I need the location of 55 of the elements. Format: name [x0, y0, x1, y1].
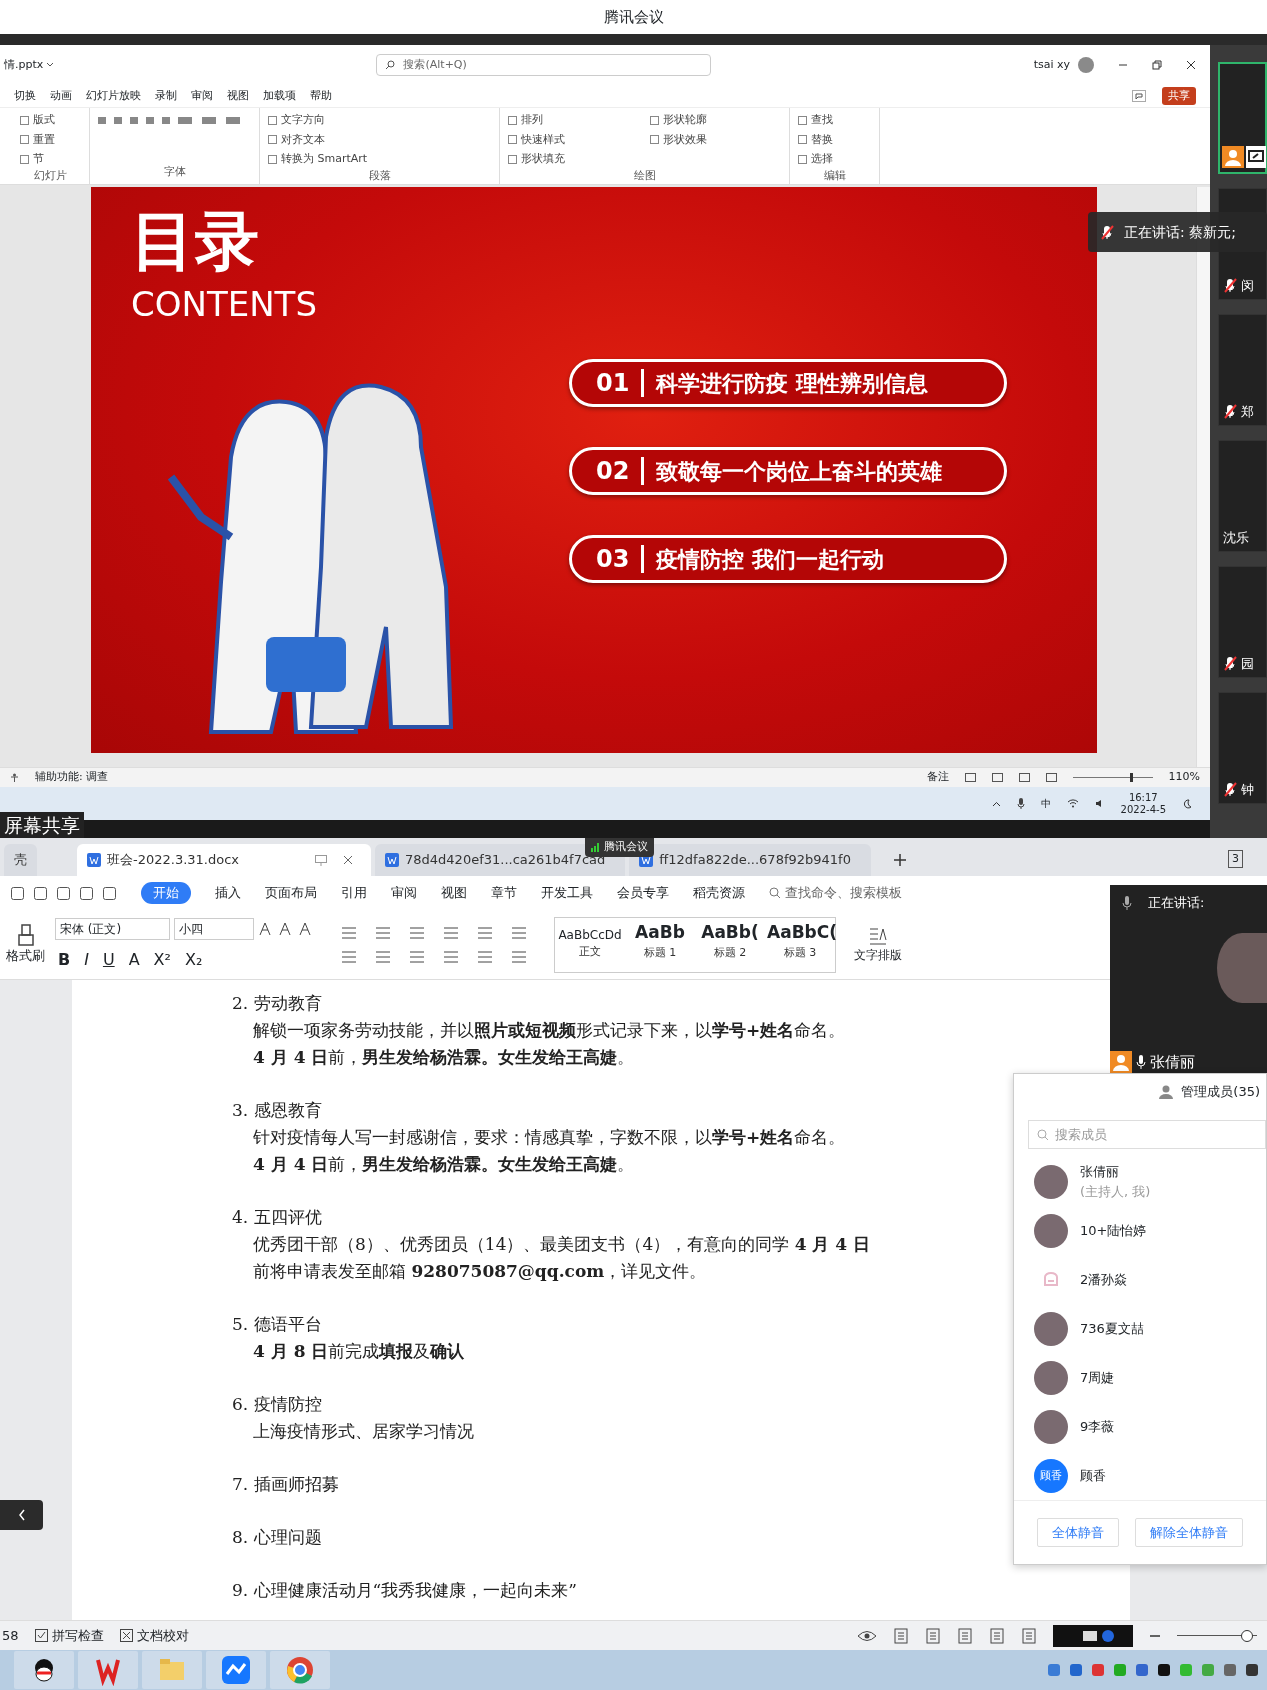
paragraph: 优秀团干部（8）、优秀团员（14）、最美团支书（4），有意向的同学 4 月 4 日	[252, 1233, 871, 1256]
member-role: (主持人, 我)	[1080, 1182, 1151, 1201]
app-title: 腾讯会议	[603, 6, 664, 28]
page-number: 58	[2, 1626, 19, 1645]
participant-name: 张倩丽	[1150, 1051, 1195, 1073]
speaker-name: 正在讲话: 蔡新元;	[1124, 222, 1236, 242]
member-name: 2潘孙焱	[1080, 1271, 1128, 1290]
group-label: 段落	[367, 167, 392, 184]
section-heading: 5. 德语平台	[232, 1313, 322, 1336]
group-label: 字体	[162, 163, 187, 180]
user-name: tsai xy	[1033, 56, 1070, 73]
screen-share-label: 屏幕共享	[0, 812, 84, 838]
paragraph: 4 月 8 日前完成填报及确认	[252, 1340, 465, 1363]
meeting-badge: 腾讯会议	[585, 838, 654, 857]
section-heading: 9. 心理健康活动月“我秀我健康，一起向未来”	[232, 1579, 577, 1602]
item-title: 疫情防控 我们一起行动	[656, 545, 885, 574]
slide-subtitle: CONTENTS	[131, 283, 318, 326]
paragraph: 解锁一项家务劳动技能，并以照片或短视频形式记录下来，以学号+姓名命名。	[252, 1019, 846, 1042]
group-label: 编辑	[822, 167, 847, 184]
participant-name: 钟	[1241, 780, 1254, 799]
group-label: 绘图	[632, 167, 657, 184]
item-title: 科学进行防疫 理性辨别信息	[656, 369, 929, 398]
section-heading: 7. 插画师招募	[232, 1473, 339, 1496]
section-heading: 2. 劳动教育	[232, 992, 322, 1015]
participant-name: 闵	[1241, 276, 1254, 295]
member-name: 736夏文喆	[1080, 1320, 1144, 1339]
item-number: 01	[596, 368, 630, 399]
member-name: 9李薇	[1080, 1418, 1115, 1437]
zoom-level: 110%	[1168, 769, 1200, 786]
section-heading: 3. 感恩教育	[232, 1099, 322, 1122]
paragraph: 针对疫情每人写一封感谢信，要求：情感真挚，字数不限，以学号+姓名命名。	[252, 1126, 846, 1149]
member-name: 张倩丽	[1080, 1163, 1120, 1182]
group-label: 幻灯片	[33, 167, 68, 184]
section-heading: 4. 五四评优	[232, 1206, 322, 1229]
speaking-label: 正在讲话:	[1148, 894, 1205, 913]
member-name: 10+陆怡婷	[1080, 1222, 1147, 1241]
item-number: 02	[596, 456, 630, 487]
members-title: 管理成员(35)	[1181, 1083, 1260, 1102]
item-title: 致敬每一个岗位上奋斗的英雄	[656, 457, 943, 486]
participant-name: 沈乐	[1223, 528, 1249, 547]
section-heading: 6. 疫情防控	[232, 1393, 322, 1416]
file-name: 情.pptx	[4, 56, 44, 73]
paragraph: 4 月 4 日前，男生发给杨浩霖。女生发给王高婕。	[252, 1153, 635, 1176]
paragraph: 上海疫情形式、居家学习情况	[252, 1420, 474, 1443]
avatar: 顾香	[1034, 1458, 1068, 1493]
paragraph: 前将申请表发至邮箱 928075087@qq.com，详见文件。	[252, 1260, 707, 1283]
item-number: 03	[596, 544, 630, 575]
slide-title: 目录	[131, 209, 260, 273]
member-name: 顾香	[1080, 1467, 1106, 1486]
section-heading: 8. 心理问题	[232, 1526, 322, 1549]
participant-name: 园	[1241, 654, 1254, 673]
paragraph: 4 月 4 日前，男生发给杨浩霖。女生发给王高婕。	[252, 1046, 635, 1069]
status-text: 辅助功能: 调查	[35, 769, 109, 786]
member-name: 7周婕	[1080, 1369, 1115, 1388]
participant-name: 郑	[1241, 402, 1254, 421]
